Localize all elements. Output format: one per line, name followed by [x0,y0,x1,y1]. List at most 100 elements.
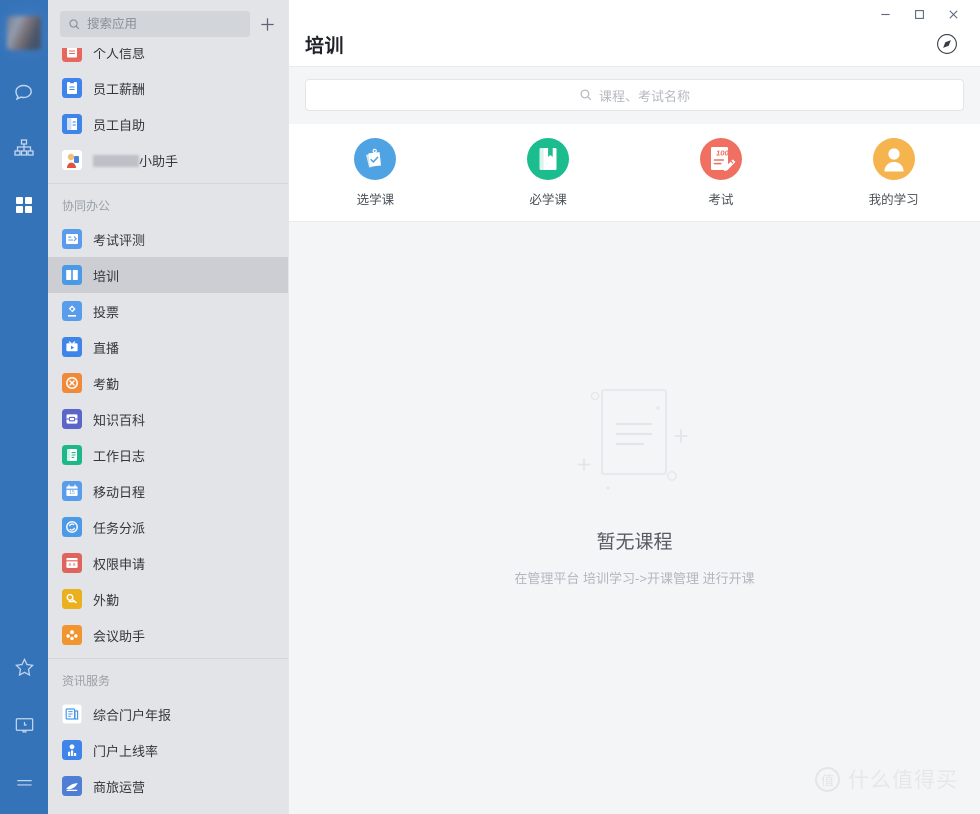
category-exam[interactable]: 100 考试 [635,138,808,208]
screen-clock-icon[interactable] [0,708,48,742]
compass-icon[interactable] [934,31,960,57]
minimize-button[interactable] [868,4,902,24]
course-search-placeholder: 课程、考试名称 [598,88,690,104]
mascot-icon [62,150,82,170]
sidebar-search-row: 搜索应用 [48,0,288,48]
app-window: 搜索应用 个人信息 员工薪酬 员工自助 小助手 协同办公 考试评测 培训 投票 直播 考勤 知识百科… [0,0,980,814]
sidebar-item-label: 投票 [93,304,120,320]
sidebar-item-3[interactable]: 员工自助 [48,106,288,142]
attendance-orange-icon [62,373,82,393]
sidebar-item-label: 综合门户年报 [93,707,172,723]
sidebar-item-label: 权限申请 [93,556,146,572]
sidebar-item-label: 个人信息 [93,48,146,61]
sidebar-item-9[interactable]: 任务分派 [48,509,288,545]
travel-blue-icon [62,776,82,796]
sidebar-item-12[interactable]: 会议助手 [48,617,288,653]
category-elective-course[interactable]: 选学课 [289,138,462,208]
sidebar-item-11[interactable]: 外勤 [48,581,288,617]
task-blue-icon [62,517,82,537]
calendar-blue-icon: 15 [62,481,82,501]
sidebar-item-3[interactable]: 投票 [48,293,288,329]
permission-red-icon [62,553,82,573]
exam-blue-icon [62,229,82,249]
sidebar-section-title: 协同办公 [48,183,288,221]
sidebar-item-4[interactable]: 小助手 [48,142,288,178]
sidebar-item-label: 门户上线率 [93,743,159,759]
category-label: 我的学习 [868,193,919,207]
sidebar-item-label: 培训 [93,268,120,284]
search-icon [69,18,80,29]
exam-icon: 100 [699,138,742,180]
watermark: 值 什么值得买 [815,764,958,794]
category-required-course[interactable]: 必学课 [462,138,635,208]
sidebar-item-label: 考试评测 [93,232,146,248]
sidebar-item-label: 工作日志 [93,448,146,464]
chat-icon[interactable] [0,76,48,110]
org-chart-icon[interactable] [0,132,48,166]
category-my-study[interactable]: 我的学习 [807,138,980,208]
sidebar-item-label: 会议助手 [93,628,146,644]
star-icon[interactable] [0,650,48,684]
sidebar-item-8[interactable]: 15 移动日程 [48,473,288,509]
search-input[interactable]: 搜索应用 [60,11,250,37]
sidebar-item-6[interactable]: 知识百科 [48,401,288,437]
course-search-input[interactable]: 课程、考试名称 [305,79,964,111]
sidebar-item-label: 商旅运营 [93,779,146,795]
close-button[interactable] [936,4,970,24]
maximize-button[interactable] [902,4,936,24]
training-blue-icon [62,265,82,285]
empty-state: 暂无课程 在管理平台 培训学习->开课管理 进行开课 [514,380,755,587]
required-course-icon [527,138,570,180]
sidebar-item-2[interactable]: 员工薪酬 [48,70,288,106]
app-sidebar: 搜索应用 个人信息员工薪酬员工自助小助手协同办公考试评测培训投票直播考勤知识百科… [48,0,288,814]
maximize-icon [914,9,924,19]
main-panel: 培训 课程、考试名称 选学课 必学课 100 考试 我的学习 暂无课程 在管理平… [288,0,980,814]
category-label: 选学课 [356,193,395,207]
sidebar-item-label: 考勤 [93,376,120,392]
empty-subtitle: 在管理平台 培训学习->开课管理 进行开课 [514,570,755,586]
page-title: 培训 [305,35,345,57]
search-icon [580,89,592,101]
watermark-badge: 值 [815,766,840,792]
vote-blue-icon [62,301,82,321]
wiki-indigo-icon [62,409,82,429]
sidebar-item-label: 员工自助 [93,117,146,133]
report-white-icon [62,704,82,724]
sidebar-item-2-active[interactable]: 培训 [48,257,288,293]
sidebar-item-label: 外勤 [93,592,120,608]
sidebar-item-10[interactable]: 权限申请 [48,545,288,581]
elective-course-icon [354,138,397,180]
avatar[interactable] [7,16,41,50]
sidebar-item-2[interactable]: 门户上线率 [48,732,288,768]
sidebar-item-label: 员工薪酬 [93,81,146,97]
empty-illustration [550,380,720,505]
my-study-icon [872,138,915,180]
category-label: 考试 [708,193,734,207]
window-titlebar [289,0,980,22]
svg-text:100: 100 [716,149,729,158]
sidebar-item-1[interactable]: 考试评测 [48,221,288,257]
sidebar-item-1[interactable]: 综合门户年报 [48,696,288,732]
sidebar-item-3[interactable]: 商旅运营 [48,768,288,804]
add-app-button[interactable] [256,13,278,35]
svg-text:15: 15 [69,490,75,496]
live-blue-icon [62,337,82,357]
clipboard-red-icon [62,48,82,62]
sidebar-item-label: 直播 [93,340,120,356]
category-bar: 选学课 必学课 100 考试 我的学习 [289,124,980,222]
sidebar-item-1[interactable]: 个人信息 [48,48,288,70]
apps-grid-icon[interactable] [0,188,48,222]
app-header: 培训 [289,22,980,67]
menu-icon[interactable] [0,766,48,800]
minimize-icon [880,13,890,15]
sidebar-item-4[interactable]: 直播 [48,329,288,365]
close-icon [948,9,958,19]
search-placeholder: 搜索应用 [87,16,138,31]
content-area: 暂无课程 在管理平台 培训学习->开课管理 进行开课 值 什么值得买 [289,222,980,814]
sidebar-item-7[interactable]: 工作日志 [48,437,288,473]
selfservice-blue-icon [62,114,82,134]
worklog-green-icon [62,445,82,465]
sidebar-scroll-area[interactable]: 个人信息员工薪酬员工自助小助手协同办公考试评测培训投票直播考勤知识百科工作日志 1… [48,48,288,814]
plus-icon [260,17,274,31]
sidebar-item-5[interactable]: 考勤 [48,365,288,401]
